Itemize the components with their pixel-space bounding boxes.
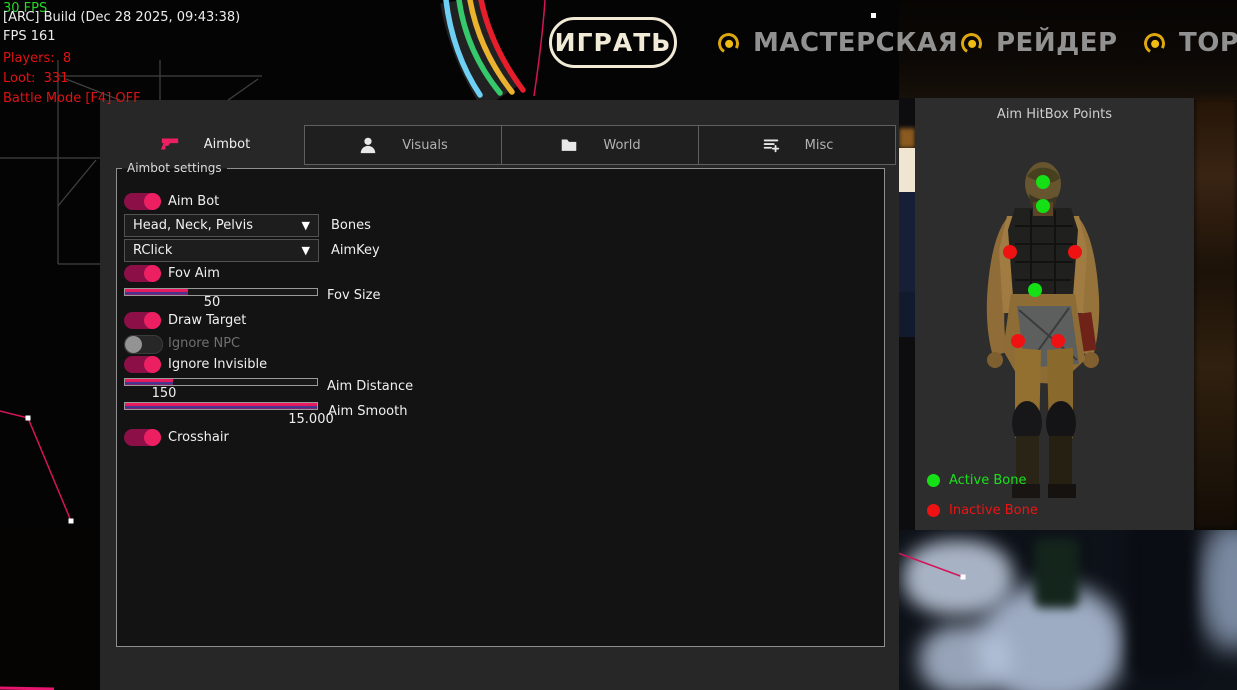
right-thigh-hitbox-dot[interactable] — [1051, 334, 1065, 348]
tab-aimbot[interactable]: Aimbot — [107, 125, 303, 163]
screen: 30 FPS [ARC] Build (Dec 28 2025, 09:43:3… — [0, 0, 1237, 690]
crosshair-toggle[interactable] — [124, 429, 161, 446]
tab-label: World — [603, 138, 640, 153]
cheat-menu-panel: Aimbot Visuals World — [100, 100, 899, 690]
bones-label: Bones — [331, 217, 371, 234]
legend-inactive-bone: Inactive Bone — [927, 503, 1038, 518]
coin-icon — [1142, 30, 1168, 56]
aimkey-label: AimKey — [331, 242, 380, 259]
nav-item-label: МАСТЕРСКАЯ — [753, 28, 958, 58]
players-count: Players: 8 — [3, 52, 71, 66]
sliders-icon — [761, 135, 781, 155]
aimkey-dropdown-value: RClick — [133, 243, 172, 258]
ignore-invisible-label: Ignore Invisible — [168, 356, 267, 373]
aim-hitbox-panel: Aim HitBox Points — [915, 98, 1194, 530]
ignore-npc-label: Ignore NPC — [168, 335, 240, 352]
aim-distance-slider[interactable] — [124, 378, 318, 386]
head-hitbox-dot[interactable] — [1036, 175, 1050, 189]
draw-target-toggle[interactable] — [124, 312, 161, 329]
aim-distance-value: 150 — [134, 386, 194, 401]
legend-label: Active Bone — [949, 473, 1026, 488]
left-shoulder-hitbox-dot[interactable] — [1003, 245, 1017, 259]
background-scene — [1194, 98, 1237, 530]
aim-distance-label: Aim Distance — [327, 378, 413, 395]
bones-dropdown[interactable]: Head, Neck, Pelvis ▼ — [124, 214, 319, 237]
group-title: Aimbot settings — [122, 161, 227, 175]
nav-item-workshop[interactable]: МАСТЕРСКАЯ — [718, 28, 958, 58]
tab-label: Aimbot — [204, 137, 250, 152]
pistol-icon — [160, 134, 180, 154]
coin-icon — [959, 30, 985, 56]
nav-item-label: РЕЙДЕР — [996, 28, 1118, 58]
right-shoulder-hitbox-dot[interactable] — [1068, 245, 1082, 259]
person-icon — [358, 135, 378, 155]
coin-icon — [716, 30, 742, 56]
background-scene — [899, 192, 915, 292]
fov-size-value: 50 — [192, 295, 232, 310]
nav-item-trader[interactable]: ТОРГО — [1144, 28, 1237, 58]
left-thigh-hitbox-dot[interactable] — [1011, 334, 1025, 348]
background-scene — [899, 292, 915, 337]
aim-bot-label: Aim Bot — [168, 193, 219, 210]
tab-misc[interactable]: Misc — [698, 125, 896, 165]
battle-mode-status: Battle Mode [F4] OFF — [3, 92, 141, 106]
legend-label: Inactive Bone — [949, 503, 1038, 518]
draw-target-label: Draw Target — [168, 312, 246, 329]
play-button[interactable]: ИГРАТЬ — [549, 17, 677, 68]
ignore-invisible-toggle[interactable] — [124, 356, 161, 373]
folder-icon — [559, 135, 579, 155]
background-scene — [899, 148, 915, 192]
aimkey-dropdown[interactable]: RClick ▼ — [124, 239, 319, 262]
background-scene — [0, 530, 100, 690]
chevron-down-icon: ▼ — [302, 244, 310, 257]
crosshair-label: Crosshair — [168, 429, 229, 446]
chevron-down-icon: ▼ — [302, 219, 310, 232]
pelvis-hitbox-dot[interactable] — [1028, 283, 1042, 297]
fov-aim-toggle[interactable] — [124, 265, 161, 282]
tab-visuals[interactable]: Visuals — [304, 125, 502, 165]
nav-item-label: ТОРГО — [1179, 28, 1237, 58]
neck-hitbox-dot[interactable] — [1036, 199, 1050, 213]
build-info: [ARC] Build (Dec 28 2025, 09:43:38) — [3, 11, 240, 25]
tab-world[interactable]: World — [501, 125, 699, 165]
loot-count: Loot: 331 — [3, 72, 68, 86]
aim-smooth-value: 15.000 — [271, 412, 351, 427]
fov-size-label: Fov Size — [327, 287, 380, 304]
nav-item-raider[interactable]: РЕЙДЕР — [961, 28, 1118, 58]
hitbox-points-layer — [915, 98, 1194, 530]
active-bone-dot-icon — [927, 474, 940, 487]
fps-info: FPS 161 — [3, 30, 56, 44]
bones-dropdown-value: Head, Neck, Pelvis — [133, 218, 253, 233]
background-scene — [899, 530, 1237, 690]
legend-active-bone: Active Bone — [927, 473, 1026, 488]
fov-aim-label: Fov Aim — [168, 265, 220, 282]
tab-label: Misc — [805, 138, 834, 153]
inactive-bone-dot-icon — [927, 504, 940, 517]
ignore-npc-toggle[interactable] — [124, 335, 163, 354]
aim-smooth-slider[interactable] — [124, 402, 318, 410]
aim-bot-toggle[interactable] — [124, 193, 161, 210]
background-scene — [899, 128, 915, 148]
tab-label: Visuals — [402, 138, 448, 153]
